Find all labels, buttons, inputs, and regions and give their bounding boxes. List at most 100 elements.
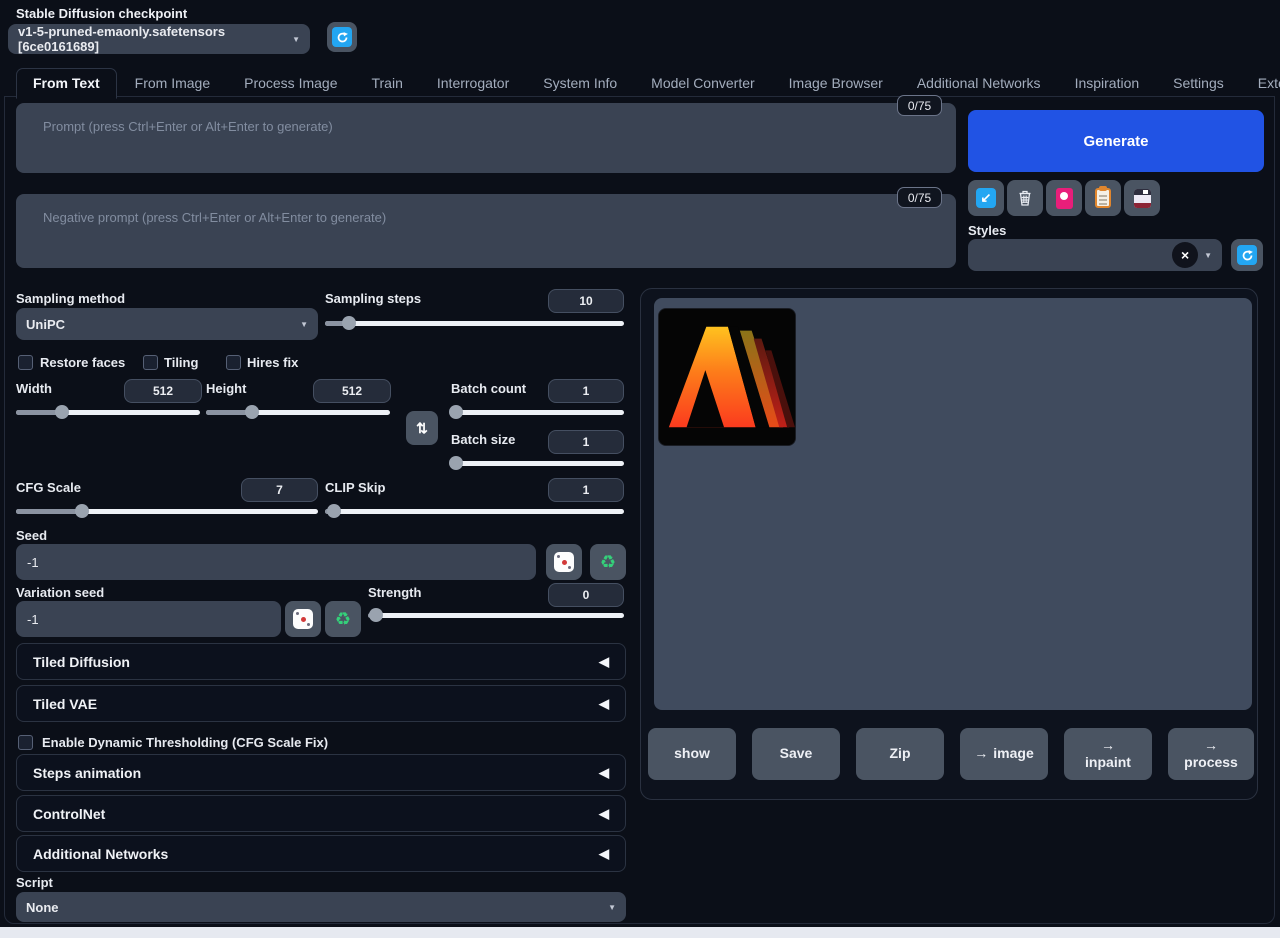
recycle-icon: ♻	[335, 609, 351, 630]
tab-from-text[interactable]: From Text	[16, 68, 117, 99]
accordion-steps-animation[interactable]: Steps animation ◀	[16, 754, 626, 791]
accordion-controlnet[interactable]: ControlNet ◀	[16, 795, 626, 832]
strength-value[interactable]: 0	[548, 583, 624, 607]
batch-count-value[interactable]: 1	[548, 379, 624, 403]
save-style-button[interactable]	[1124, 180, 1160, 216]
width-value[interactable]: 512	[124, 379, 202, 403]
styles-refresh-button[interactable]	[1231, 239, 1263, 271]
prompt-tool-buttons: ↙	[968, 180, 1160, 216]
cfg-scale-slider[interactable]	[16, 504, 318, 518]
batch-size-value[interactable]: 1	[548, 430, 624, 454]
paste-params-button[interactable]: ↙	[968, 180, 1004, 216]
styles-clear-button[interactable]: ×	[1172, 242, 1198, 268]
checkpoint-select[interactable]: v1-5-pruned-emaonly.safetensors [6ce0161…	[8, 24, 310, 54]
extra-networks-button[interactable]	[1046, 180, 1082, 216]
slider-handle[interactable]	[75, 504, 89, 518]
strength-slider[interactable]	[368, 608, 624, 622]
hires-fix-checkbox[interactable]	[226, 355, 241, 370]
tiling-checkbox[interactable]	[143, 355, 158, 370]
batch-count-slider[interactable]	[451, 405, 624, 419]
height-value[interactable]: 512	[313, 379, 391, 403]
slider-track[interactable]	[451, 461, 624, 466]
slider-handle[interactable]	[327, 504, 341, 518]
slider-track[interactable]	[325, 321, 624, 326]
cfg-scale-label: CFG Scale	[16, 480, 81, 495]
seed-reuse-button[interactable]: ♻	[590, 544, 626, 580]
restore-faces-checkbox[interactable]	[18, 355, 33, 370]
negative-prompt-input[interactable]	[16, 194, 956, 268]
floppy-disk-icon	[1134, 189, 1151, 208]
slider-track[interactable]	[451, 410, 624, 415]
apply-styles-button[interactable]	[1085, 180, 1121, 216]
tab-additional-networks[interactable]: Additional Networks	[901, 69, 1057, 98]
variation-seed-random-button[interactable]	[285, 601, 321, 637]
tab-extensions[interactable]: Extensions	[1242, 69, 1280, 98]
tab-inspiration[interactable]: Inspiration	[1059, 69, 1156, 98]
checkpoint-value: v1-5-pruned-emaonly.safetensors [6ce0161…	[18, 24, 292, 54]
variation-seed-reuse-button[interactable]: ♻	[325, 601, 361, 637]
styles-select[interactable]: × ▼	[968, 239, 1222, 271]
dice-icon	[293, 609, 313, 629]
batch-size-slider[interactable]	[451, 456, 624, 470]
swap-dimensions-button[interactable]: ⇅	[406, 411, 438, 445]
page-bottom-strip	[0, 927, 1280, 938]
tab-image-browser[interactable]: Image Browser	[773, 69, 899, 98]
accordion-tiled-vae[interactable]: Tiled VAE ◀	[16, 685, 626, 722]
show-button[interactable]: show	[648, 728, 736, 780]
clip-skip-slider[interactable]	[325, 504, 624, 518]
variation-seed-input[interactable]: -1	[16, 601, 281, 637]
tab-interrogator[interactable]: Interrogator	[421, 69, 525, 98]
arrow-right-icon: →	[1204, 737, 1218, 755]
slider-fill	[16, 509, 82, 514]
slider-handle[interactable]	[342, 316, 356, 330]
output-thumbnail[interactable]	[658, 308, 796, 446]
tab-system-info[interactable]: System Info	[527, 69, 633, 98]
sampling-steps-label: Sampling steps	[325, 291, 421, 306]
slider-handle[interactable]	[449, 405, 463, 419]
slider-track[interactable]	[325, 509, 624, 514]
send-to-image-button[interactable]: → image	[960, 728, 1048, 780]
seed-label: Seed	[16, 528, 47, 543]
dynamic-thresholding-checkbox[interactable]	[18, 735, 33, 750]
styles-label: Styles	[968, 223, 1006, 238]
tab-process-image[interactable]: Process Image	[228, 69, 353, 98]
generated-image-logo	[659, 309, 796, 446]
send-to-inpaint-button[interactable]: → inpaint	[1064, 728, 1152, 780]
clear-prompt-button[interactable]	[1007, 180, 1043, 216]
accordion-tiled-diffusion[interactable]: Tiled Diffusion ◀	[16, 643, 626, 680]
script-select[interactable]: None ▼	[16, 892, 626, 922]
clipboard-icon	[1095, 188, 1111, 208]
save-button[interactable]: Save	[752, 728, 840, 780]
zip-button[interactable]: Zip	[856, 728, 944, 780]
collapse-arrow-icon: ◀	[599, 765, 609, 781]
restore-faces-label: Restore faces	[40, 355, 125, 370]
tab-model-converter[interactable]: Model Converter	[635, 69, 771, 98]
seed-input[interactable]: -1	[16, 544, 536, 580]
tab-settings[interactable]: Settings	[1157, 69, 1240, 98]
height-slider[interactable]	[206, 405, 390, 419]
width-slider[interactable]	[16, 405, 200, 419]
checkpoint-refresh-button[interactable]	[327, 22, 357, 52]
cfg-scale-value[interactable]: 7	[241, 478, 318, 502]
arrow-down-left-icon: ↙	[976, 188, 996, 208]
clip-skip-value[interactable]: 1	[548, 478, 624, 502]
tab-bar: From Text From Image Process Image Train…	[4, 68, 1280, 98]
height-label: Height	[206, 381, 246, 396]
generate-button[interactable]: Generate	[968, 110, 1264, 172]
recycle-icon: ♻	[600, 552, 616, 573]
sampling-steps-slider[interactable]	[325, 316, 624, 330]
seed-random-button[interactable]	[546, 544, 582, 580]
sampling-steps-value[interactable]: 10	[548, 289, 624, 313]
slider-handle[interactable]	[245, 405, 259, 419]
tab-train[interactable]: Train	[355, 69, 418, 98]
sampling-method-select[interactable]: UniPC ▼	[16, 308, 318, 340]
slider-handle[interactable]	[55, 405, 69, 419]
slider-handle[interactable]	[369, 608, 383, 622]
button-label: Save	[780, 745, 813, 763]
prompt-input[interactable]	[16, 103, 956, 173]
tab-from-image[interactable]: From Image	[119, 69, 226, 98]
slider-track[interactable]	[368, 613, 624, 618]
accordion-additional-networks[interactable]: Additional Networks ◀	[16, 835, 626, 872]
slider-handle[interactable]	[449, 456, 463, 470]
send-to-process-button[interactable]: → process	[1168, 728, 1254, 780]
